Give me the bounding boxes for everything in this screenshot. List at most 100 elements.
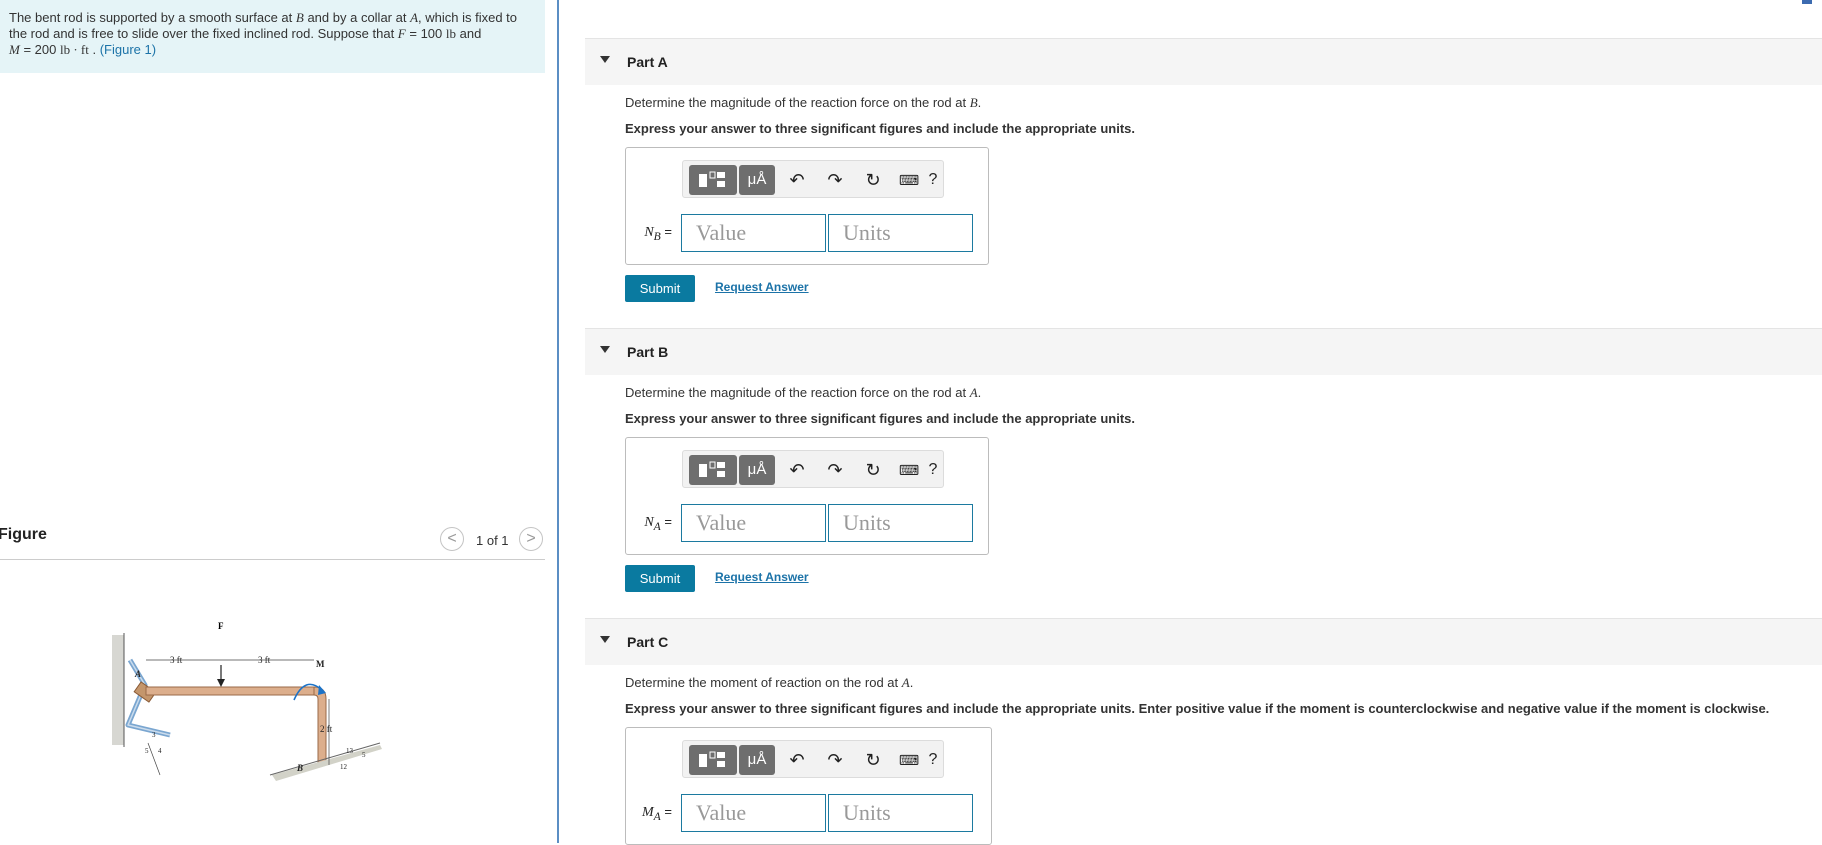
part-b-header[interactable]: Part B <box>585 328 1822 375</box>
problem-text: = 100 <box>405 26 446 41</box>
part-c-title: Part C <box>627 634 669 650</box>
reset-button[interactable]: ↻ <box>859 457 887 483</box>
templates-icon <box>699 171 725 187</box>
var-sub: A <box>653 809 661 823</box>
prev-figure-button[interactable]: < <box>440 527 464 551</box>
part-b-answer-box: μÅ ↶ ↷ ↻ ⌨ ? NA = Value Units <box>625 437 989 555</box>
question-text: Determine the magnitude of the reaction … <box>625 95 970 110</box>
undo-button[interactable]: ↶ <box>783 167 811 193</box>
pane-divider[interactable] <box>557 0 559 843</box>
answer-variable-label: NB = <box>644 224 672 243</box>
help-button[interactable]: ? <box>919 457 947 483</box>
slope-4: 4 <box>158 747 162 755</box>
templates-button[interactable] <box>689 745 737 775</box>
caret-down-icon <box>600 56 610 63</box>
dim-3ft-left: 3 ft <box>170 655 183 665</box>
question-var: B <box>969 95 978 110</box>
math-toolbar: μÅ ↶ ↷ ↻ ⌨ ? <box>682 450 944 488</box>
problem-text: = 200 <box>19 42 60 57</box>
problem-var-b: B <box>295 10 304 25</box>
part-a-instruction: Express your answer to three significant… <box>625 121 1135 136</box>
value-input[interactable]: Value <box>681 214 826 252</box>
part-a-submit-button[interactable]: Submit <box>625 275 695 302</box>
question-text: Determine the magnitude of the reaction … <box>625 385 970 400</box>
undo-icon: ↶ <box>789 750 805 770</box>
question-var: A <box>901 675 910 690</box>
help-button[interactable]: ? <box>919 167 947 193</box>
value-input[interactable]: Value <box>681 504 826 542</box>
reset-button[interactable]: ↻ <box>859 167 887 193</box>
part-a-header[interactable]: Part A <box>585 38 1822 85</box>
part-c-header[interactable]: Part C <box>585 618 1822 665</box>
var-sub: B <box>653 229 661 243</box>
slope-5: 5 <box>145 747 149 755</box>
bent-rod-figure: F 3 ft 3 ft 2 ft M A B 3 5 4 13 12 5 <box>112 621 382 781</box>
help-icon: ? <box>928 171 938 188</box>
label-m: M <box>316 659 325 669</box>
part-a-request-answer-link[interactable]: Request Answer <box>715 280 809 294</box>
label-a: A <box>134 669 141 679</box>
slope-12: 12 <box>340 763 348 771</box>
var-main: M <box>641 805 654 820</box>
value-placeholder: Value <box>696 220 747 245</box>
corner-badge <box>1802 0 1812 4</box>
undo-button[interactable]: ↶ <box>783 457 811 483</box>
var-main: N <box>644 515 654 530</box>
units-placeholder: Units <box>843 510 891 535</box>
templates-icon <box>699 461 725 477</box>
help-icon: ? <box>928 751 938 768</box>
units-button[interactable]: μÅ <box>739 455 775 485</box>
problem-text: and by a collar at <box>303 10 411 25</box>
right-pane: Part A Determine the magnitude of the re… <box>560 0 1822 845</box>
math-toolbar: μÅ ↶ ↷ ↻ ⌨ ? <box>682 160 944 198</box>
part-b-question: Determine the magnitude of the reaction … <box>625 385 982 400</box>
redo-button[interactable]: ↷ <box>821 167 849 193</box>
help-icon: ? <box>928 461 938 478</box>
help-button[interactable]: ? <box>919 747 947 773</box>
units-placeholder: Units <box>843 800 891 825</box>
slope-3: 3 <box>152 731 156 739</box>
part-b-request-answer-link[interactable]: Request Answer <box>715 570 809 584</box>
keyboard-icon: ⌨ <box>898 462 920 478</box>
undo-icon: ↶ <box>789 170 805 190</box>
redo-button[interactable]: ↷ <box>821 747 849 773</box>
reset-button[interactable]: ↻ <box>859 747 887 773</box>
value-placeholder: Value <box>696 800 747 825</box>
value-input[interactable]: Value <box>681 794 826 832</box>
units-button[interactable]: μÅ <box>739 745 775 775</box>
reset-icon: ↻ <box>865 750 881 770</box>
problem-unit-lbft: lb · ft <box>59 42 89 57</box>
units-button[interactable]: μÅ <box>739 165 775 195</box>
units-placeholder: Units <box>843 220 891 245</box>
part-a-question: Determine the magnitude of the reaction … <box>625 95 982 110</box>
caret-down-icon <box>600 346 610 353</box>
units-icon: μÅ <box>747 751 767 768</box>
wall-hatch <box>112 635 124 745</box>
redo-icon: ↷ <box>827 460 843 480</box>
part-c-instruction: Express your answer to three significant… <box>625 701 1770 716</box>
undo-button[interactable]: ↶ <box>783 747 811 773</box>
problem-var-f: F <box>397 26 406 41</box>
chevron-left-icon: < <box>447 530 457 547</box>
dim-2ft: 2 ft <box>320 724 333 734</box>
force-arrow-head <box>217 679 225 687</box>
part-b-submit-button[interactable]: Submit <box>625 565 695 592</box>
redo-button[interactable]: ↷ <box>821 457 849 483</box>
units-icon: μÅ <box>747 171 767 188</box>
bent-rod-horizontal <box>145 686 315 696</box>
templates-button[interactable] <box>689 455 737 485</box>
templates-button[interactable] <box>689 165 737 195</box>
label-f: F <box>218 621 224 631</box>
units-input[interactable]: Units <box>828 214 973 252</box>
answer-variable-label: NA = <box>644 514 672 533</box>
part-b-title: Part B <box>627 344 669 360</box>
figure-counter: 1 of 1 <box>476 533 509 548</box>
problem-var-m: M <box>9 42 20 57</box>
reset-icon: ↻ <box>865 460 881 480</box>
units-icon: μÅ <box>747 461 767 478</box>
next-figure-button[interactable]: > <box>519 527 543 551</box>
units-input[interactable]: Units <box>828 504 973 542</box>
figure-link[interactable]: (Figure 1) <box>100 42 156 57</box>
slope-13: 13 <box>346 747 354 755</box>
units-input[interactable]: Units <box>828 794 973 832</box>
